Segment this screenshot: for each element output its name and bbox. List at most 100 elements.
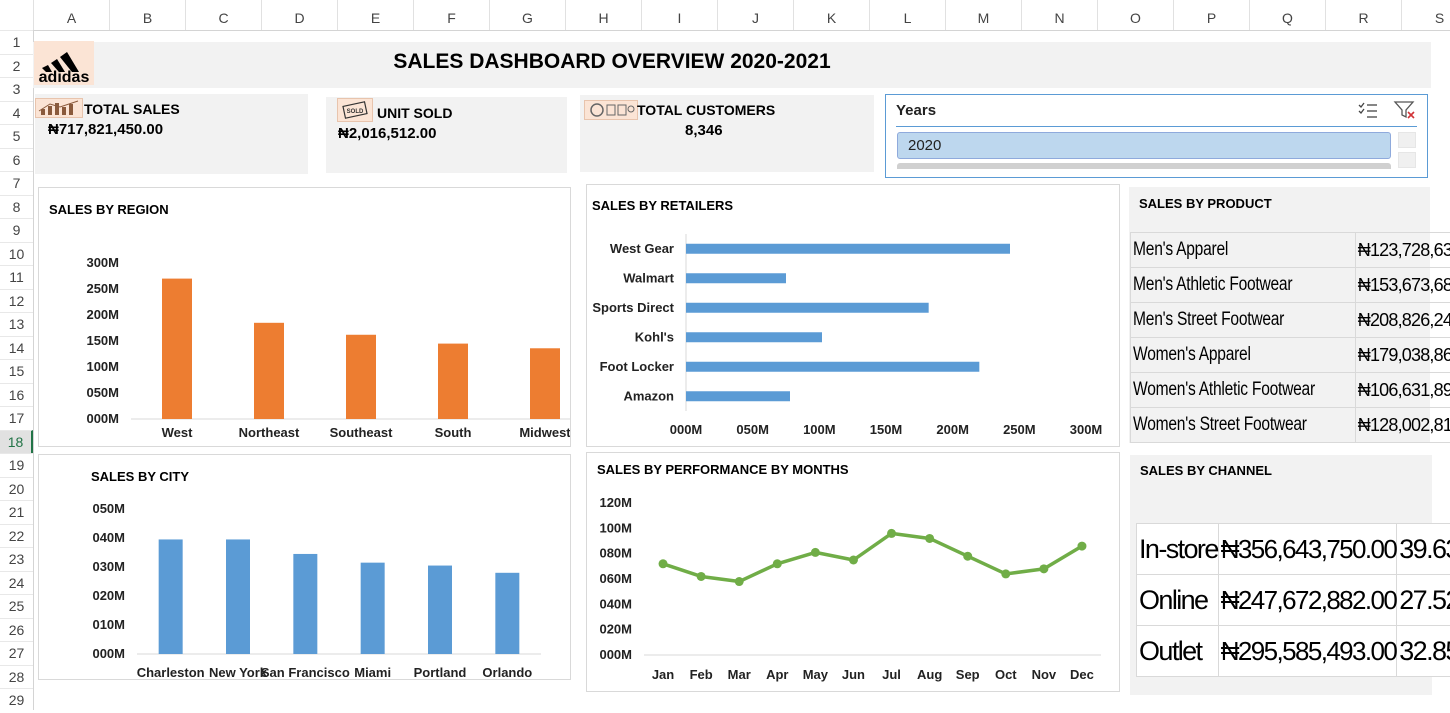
region-plot: 000M050M100M150M200M250M300MWestNortheas… [39,188,570,446]
y-tick-label: 010M [92,617,125,632]
row-header-29[interactable]: 29 [0,688,33,712]
sales-by-city-chart[interactable]: SALES BY CITY 000M010M020M030M040M050MCh… [38,454,571,680]
dashboard-title: SALES DASHBOARD OVERVIEW 2020-2021 [300,50,924,74]
point-mar [735,577,744,586]
logo-text: adidas [39,69,90,85]
row-header-27[interactable]: 27 [0,641,33,665]
column-header-j[interactable]: J [717,0,793,30]
product-name: Women's Apparel [1131,338,1315,373]
years-slicer[interactable]: Years 2020 [885,94,1428,178]
row-header-10[interactable]: 10 [0,242,33,266]
column-header-n[interactable]: N [1021,0,1097,30]
channel-row: In-store₦356,643,750.0039.63% [1137,524,1450,575]
channel-channel: Outlet [1137,626,1219,677]
column-header-c[interactable]: C [185,0,261,30]
column-header-b[interactable]: B [109,0,185,30]
row-header-11[interactable]: 11 [0,265,33,289]
y-tick-label: 120M [599,495,632,510]
row-header-21[interactable]: 21 [0,500,33,524]
point-oct [1001,569,1010,578]
channel-share: 39.63% [1397,524,1450,575]
x-tick-label: Nov [1032,667,1057,682]
product-table: Men's Apparel₦123,728,632.00Men's Athlet… [1130,232,1450,443]
row-header-5[interactable]: 5 [0,124,33,148]
x-tick-label: Orlando [482,665,532,679]
column-header-q[interactable]: Q [1249,0,1325,30]
row-header-8[interactable]: 8 [0,195,33,219]
y-tick-label: 000M [86,411,119,426]
y-tick-label: 000M [599,647,632,662]
channel-table: In-store₦356,643,750.0039.63%Online₦247,… [1136,523,1450,677]
row-header-19[interactable]: 19 [0,453,33,477]
sales-by-region-chart[interactable]: SALES BY REGION 000M050M100M150M200M250M… [38,187,571,447]
y-tick-label: Kohl's [635,329,674,344]
row-header-3[interactable]: 3 [0,77,33,101]
column-header-r[interactable]: R [1325,0,1401,30]
x-tick-label: South [435,425,472,440]
row-header-1[interactable]: 1 [0,30,33,54]
sales-by-months-chart[interactable]: SALES BY PERFORMANCE BY MONTHS 000M020M0… [586,452,1120,692]
total-sales-label: TOTAL SALES [84,101,180,117]
bar-orlando [495,573,519,654]
column-header-h[interactable]: H [565,0,641,30]
bar-foot-locker [686,362,979,372]
row-header-16[interactable]: 16 [0,383,33,407]
row-header-15[interactable]: 15 [0,359,33,383]
row-header-28[interactable]: 28 [0,665,33,689]
column-header-s[interactable]: S [1401,0,1450,30]
column-header-p[interactable]: P [1173,0,1249,30]
column-header-e[interactable]: E [337,0,413,30]
row-header-25[interactable]: 25 [0,594,33,618]
row-header-24[interactable]: 24 [0,571,33,595]
clear-filter-icon[interactable] [1393,100,1417,120]
city-plot: 000M010M020M030M040M050MCharlestonNew Yo… [39,455,570,679]
bar-midwest [530,348,560,419]
row-header-23[interactable]: 23 [0,547,33,571]
column-header-i[interactable]: I [641,0,717,30]
column-header-d[interactable]: D [261,0,337,30]
row-header-26[interactable]: 26 [0,618,33,642]
row-header-14[interactable]: 14 [0,336,33,360]
row-header-18[interactable]: 18 [0,430,33,454]
row-header-4[interactable]: 4 [0,101,33,125]
x-tick-label: Northeast [239,425,300,440]
x-tick-label: Charleston [137,665,205,679]
slicer-scrollbar[interactable] [1398,132,1416,172]
column-header-f[interactable]: F [413,0,489,30]
row-header-20[interactable]: 20 [0,477,33,501]
row-header-13[interactable]: 13 [0,312,33,336]
product-sales: ₦128,002,813.00 [1355,408,1450,443]
bar-walmart [686,273,786,283]
column-header-l[interactable]: L [869,0,945,30]
row-header-2[interactable]: 2 [0,54,33,78]
column-header-k[interactable]: K [793,0,869,30]
slicer-item-partial[interactable] [897,163,1391,169]
row-header-7[interactable]: 7 [0,171,33,195]
column-header-g[interactable]: G [489,0,565,30]
product-row: Men's Athletic Footwear₦153,673,680.00 [1131,268,1450,303]
row-header-12[interactable]: 12 [0,289,33,313]
svg-text:SOLD: SOLD [347,109,364,115]
column-header-m[interactable]: M [945,0,1021,30]
x-tick-label: Oct [995,667,1017,682]
row-header-6[interactable]: 6 [0,148,33,172]
x-tick-label: Dec [1070,667,1094,682]
sales-by-retailers-chart[interactable]: SALES BY RETAILERS West GearWalmartSport… [586,184,1120,447]
channel-share: 32.85% [1397,626,1450,677]
column-header-bar: ABCDEFGHIJKLMNOPQRS [0,0,1450,31]
bar-south [438,344,468,419]
x-tick-label: Mar [728,667,751,682]
row-header-17[interactable]: 17 [0,406,33,430]
slicer-item-2020[interactable]: 2020 [897,132,1391,159]
multi-select-icon[interactable] [1357,101,1379,119]
column-header-a[interactable]: A [33,0,109,30]
x-tick-label: 000M [670,422,703,437]
total-sales-value: ₦717,821,450.00 [48,121,163,138]
x-tick-label: 050M [736,422,769,437]
x-tick-label: 300M [1070,422,1103,437]
row-header-9[interactable]: 9 [0,218,33,242]
column-header-o[interactable]: O [1097,0,1173,30]
slicer-title: Years [896,102,936,119]
product-title: SALES BY PRODUCT [1139,196,1272,211]
row-header-22[interactable]: 22 [0,524,33,548]
